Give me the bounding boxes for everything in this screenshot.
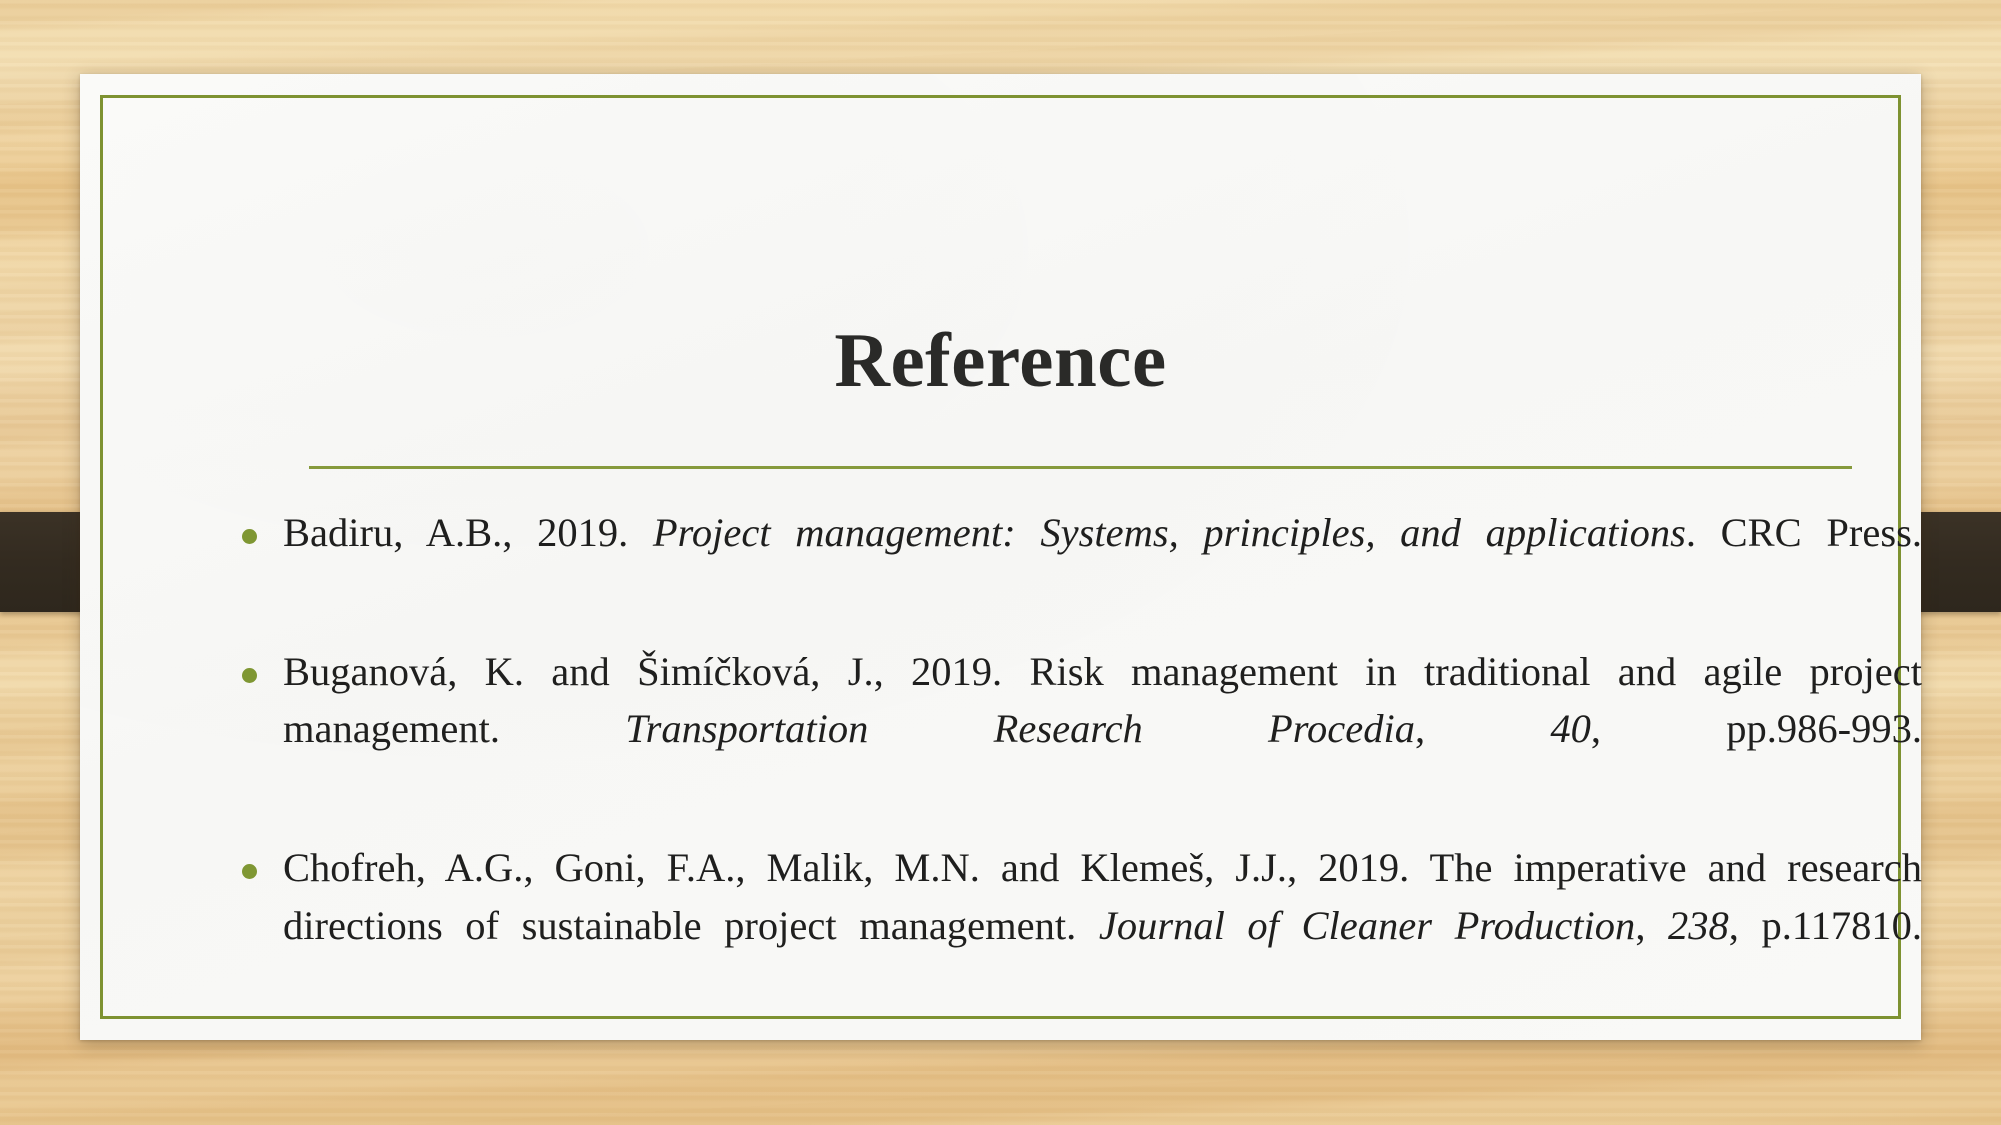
- list-item: Buganová, K. and Šimíčková, J., 2019. Ri…: [220, 643, 1922, 814]
- slide-card: Reference Badiru, A.B., 2019. Project ma…: [80, 74, 1922, 1040]
- bullet-dot-icon: [242, 529, 257, 544]
- page-title: Reference: [834, 316, 1167, 403]
- reference-entry-text: Chofreh, A.G., Goni, F.A., Malik, M.N. a…: [283, 845, 1922, 948]
- slide-content: Reference Badiru, A.B., 2019. Project ma…: [80, 74, 1922, 1040]
- presentation-slide: Reference Badiru, A.B., 2019. Project ma…: [0, 0, 2001, 1125]
- reference-entry-text: Buganová, K. and Šimíčková, J., 2019. Ri…: [283, 649, 1922, 752]
- list-item: Chofreh, A.G., Goni, F.A., Malik, M.N. a…: [220, 839, 1922, 1010]
- bullet-dot-icon: [242, 668, 257, 684]
- reference-list: Badiru, A.B., 2019. Project management: …: [220, 504, 1922, 1011]
- bullet-dot-icon: [242, 864, 257, 880]
- list-item: Badiru, A.B., 2019. Project management: …: [220, 504, 1922, 618]
- title-divider: [309, 466, 1852, 469]
- reference-entry-text: Badiru, A.B., 2019. Project management: …: [283, 510, 1922, 555]
